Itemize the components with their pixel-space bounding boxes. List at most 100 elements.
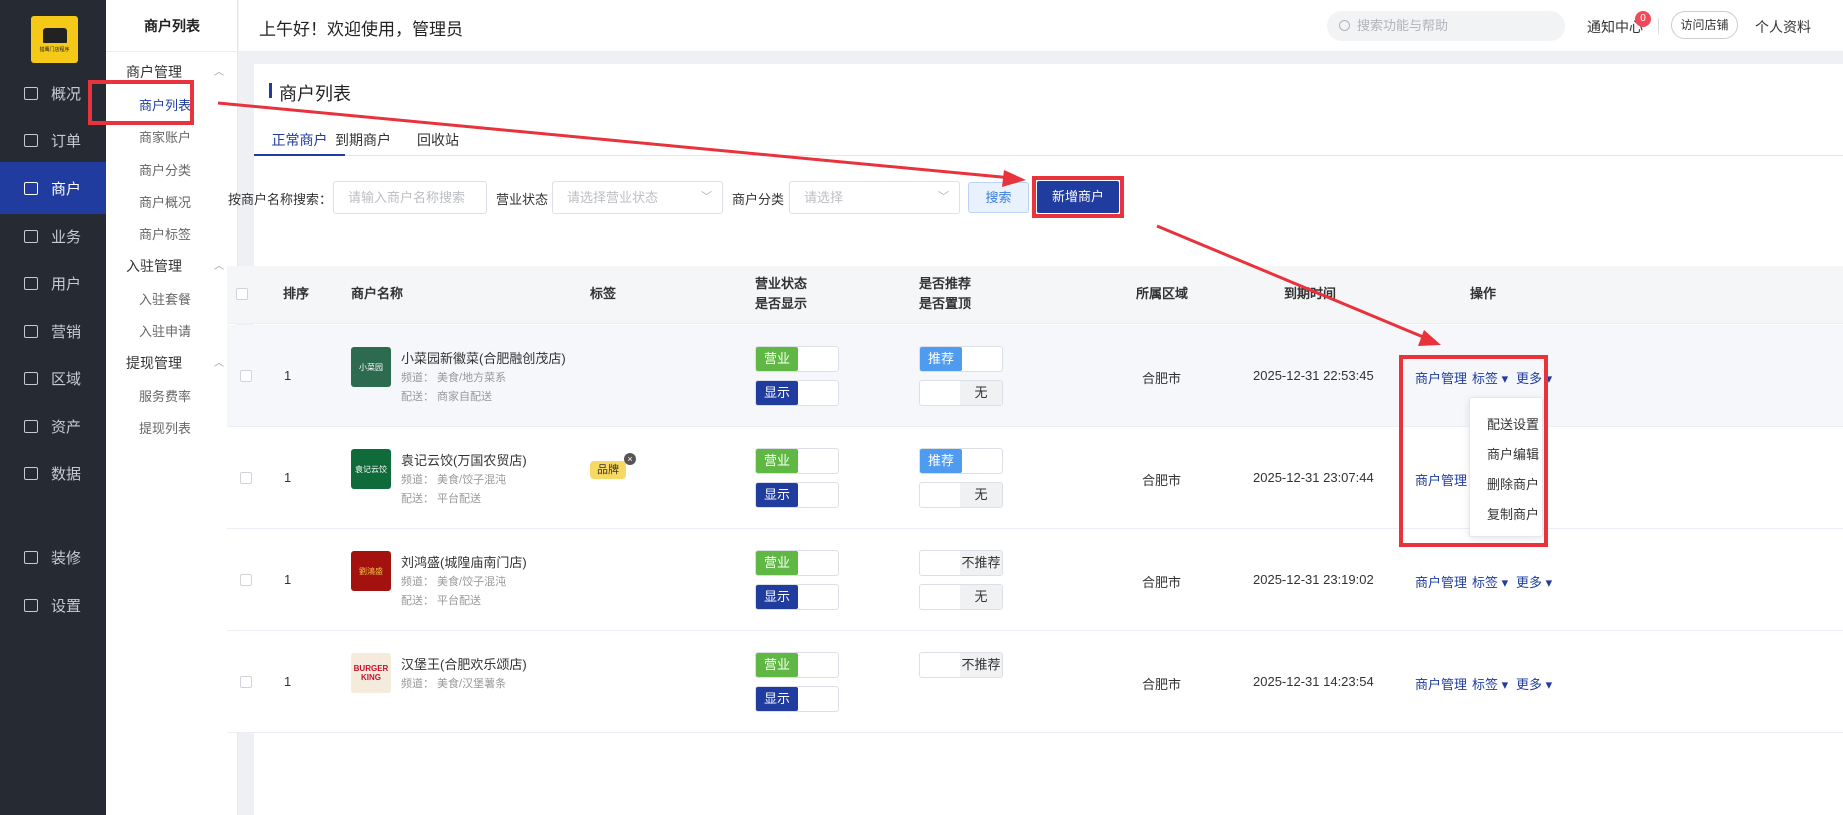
merchant-logo: 劉鴻盛 (351, 551, 391, 591)
sidebar-item-business[interactable]: 业务 (0, 210, 106, 262)
subitem-merchant-list[interactable]: 商户列表 (139, 95, 191, 114)
chevron-up-icon: ︿ (214, 261, 224, 272)
order-icon (24, 133, 38, 147)
group-withdrawal[interactable]: 提现管理 ︿ (126, 353, 224, 373)
row-checkbox[interactable] (240, 574, 252, 586)
row-checkbox[interactable] (240, 370, 252, 382)
more-dropdown[interactable]: 更多 ▾ (1516, 572, 1552, 591)
merchant-logo: 小菜园 (351, 347, 391, 387)
more-dropdown[interactable]: 更多 ▾ (1516, 674, 1552, 693)
sort-value: 1 (284, 368, 292, 383)
merchant-name-input[interactable]: 请输入商户名称搜索 (333, 181, 487, 214)
menu-item-delivery-settings[interactable]: 配送设置 (1487, 414, 1539, 433)
region-value: 合肥市 (1142, 677, 1182, 692)
manage-link[interactable]: 商户管理 (1415, 674, 1467, 693)
sidebar-item-data[interactable]: 数据 (0, 447, 106, 499)
visit-store-button[interactable]: 访问店铺 (1671, 11, 1738, 39)
tag-dropdown[interactable]: 标签 ▾ (1472, 572, 1508, 591)
show-toggle[interactable]: 显示 (755, 482, 839, 508)
sidebar-item-region[interactable]: 区域 (0, 352, 106, 404)
remove-tag-icon[interactable]: × (624, 453, 636, 465)
category-filter-label: 商户分类 (732, 192, 785, 207)
tab-normal-merchants[interactable]: 正常商户 (254, 130, 345, 150)
top-toggle[interactable]: 无 (919, 584, 1003, 610)
subitem-service-rate[interactable]: 服务费率 (139, 386, 191, 405)
top-toggle[interactable]: 无 (919, 380, 1003, 406)
table-row: 1 BURGER KING 汉堡王(合肥欢乐颂店) 频道： 美食/汉堡薯条 营业… (227, 631, 1843, 733)
col-sort: 排序 (283, 286, 310, 301)
chevron-up-icon: ︿ (214, 358, 224, 369)
subitem-merchant-overview[interactable]: 商户概况 (139, 192, 191, 211)
tab-expired-merchants[interactable]: 到期商户 (335, 130, 391, 150)
col-name: 商户名称 (351, 286, 404, 301)
merchant-channel: 频道： 美食/饺子混沌 (401, 474, 507, 486)
sidebar-item-users[interactable]: 用户 (0, 257, 106, 309)
merchant-delivery: 配送： 平台配送 (401, 493, 482, 505)
recommend-toggle[interactable]: 不推荐 (919, 652, 1003, 678)
manage-link[interactable]: 商户管理 (1415, 572, 1467, 591)
group-onboarding[interactable]: 入驻管理 ︿ (126, 256, 224, 276)
app-logo[interactable]: 猎鹰门店程序 (31, 16, 78, 63)
show-toggle[interactable]: 显示 (755, 584, 839, 610)
menu-item-edit-merchant[interactable]: 商户编辑 (1487, 444, 1539, 463)
category-select[interactable]: 请选择 ﹀ (789, 181, 960, 214)
business-icon (24, 229, 38, 243)
row-checkbox[interactable] (240, 472, 252, 484)
sub-menu-title: 商户列表 (106, 0, 238, 52)
menu-item-delete-merchant[interactable]: 删除商户 (1487, 474, 1539, 493)
subitem-merchant-account[interactable]: 商家账户 (139, 127, 191, 146)
manage-link[interactable]: 商户管理 (1415, 470, 1467, 489)
sidebar-item-settings[interactable]: 设置 (0, 579, 106, 631)
select-all-checkbox[interactable] (236, 288, 248, 300)
open-toggle[interactable]: 营业 (755, 448, 839, 474)
main-sidebar: 猎鹰门店程序 概况 订单 商户 业务 用户 营销 区域 资产 数据 装修 设置 (0, 0, 106, 815)
global-search-input[interactable]: 搜索功能与帮助 (1327, 11, 1565, 41)
open-toggle[interactable]: 营业 (755, 550, 839, 576)
sort-value: 1 (284, 470, 292, 485)
menu-item-copy-merchant[interactable]: 复制商户 (1487, 504, 1539, 523)
col-recommend: 是否推荐 是否置顶 (919, 276, 972, 311)
status-select[interactable]: 请选择营业状态 ﹀ (552, 181, 723, 214)
region-value: 合肥市 (1142, 473, 1182, 488)
top-toggle[interactable]: 无 (919, 482, 1003, 508)
recommend-toggle[interactable]: 推荐 (919, 448, 1003, 474)
expire-value: 2025-12-31 23:07:44 (1253, 470, 1374, 485)
more-dropdown[interactable]: 更多 ▾ (1516, 368, 1552, 387)
subitem-merchant-tags[interactable]: 商户标签 (139, 224, 191, 243)
subitem-withdrawal-list[interactable]: 提现列表 (139, 418, 191, 437)
caret-down-icon: ▾ (1542, 575, 1553, 590)
table-row: 1 小菜园 小菜园新徽菜(合肥融创茂店) 频道： 美食/地方菜系 配送： 商家自… (227, 325, 1843, 427)
greeting-text: 上午好！欢迎使用，管理员 (259, 20, 463, 39)
caret-down-icon: ▾ (1498, 677, 1509, 692)
subitem-onboarding-plan[interactable]: 入驻套餐 (139, 289, 191, 308)
subitem-onboarding-apply[interactable]: 入驻申请 (139, 321, 191, 340)
row-checkbox[interactable] (240, 676, 252, 688)
merchant-name: 袁记云饺(万国农贸店) (401, 453, 527, 468)
sidebar-item-merchants[interactable]: 商户 (0, 162, 106, 214)
sidebar-item-assets[interactable]: 资产 (0, 400, 106, 452)
merchant-delivery: 配送： 平台配送 (401, 595, 482, 607)
sidebar-item-decor[interactable]: 装修 (0, 531, 106, 583)
tag-dropdown[interactable]: 标签 ▾ (1472, 674, 1508, 693)
group-merchant-management[interactable]: 商户管理 ︿ (126, 62, 224, 82)
store-icon (42, 28, 67, 43)
show-toggle[interactable]: 显示 (755, 380, 839, 406)
chevron-down-icon: ﹀ (701, 191, 712, 203)
add-merchant-button[interactable]: 新增商户 (1037, 181, 1119, 213)
manage-link[interactable]: 商户管理 (1415, 368, 1467, 387)
tag-dropdown[interactable]: 标签 ▾ (1472, 368, 1508, 387)
recommend-toggle[interactable]: 推荐 (919, 346, 1003, 372)
open-toggle[interactable]: 营业 (755, 346, 839, 372)
subitem-merchant-category[interactable]: 商户分类 (139, 160, 191, 179)
sidebar-item-overview[interactable]: 概况 (0, 67, 106, 119)
profile-link[interactable]: 个人资料 (1755, 17, 1811, 37)
open-toggle[interactable]: 营业 (755, 652, 839, 678)
show-toggle[interactable]: 显示 (755, 686, 839, 712)
expire-value: 2025-12-31 14:23:54 (1253, 674, 1374, 689)
sidebar-item-orders[interactable]: 订单 (0, 114, 106, 166)
merchant-name: 汉堡王(合肥欢乐颂店) (401, 657, 527, 672)
recommend-toggle[interactable]: 不推荐 (919, 550, 1003, 576)
tab-recycle-bin[interactable]: 回收站 (417, 130, 459, 150)
search-button[interactable]: 搜索 (968, 182, 1029, 213)
sidebar-item-marketing[interactable]: 营销 (0, 305, 106, 357)
